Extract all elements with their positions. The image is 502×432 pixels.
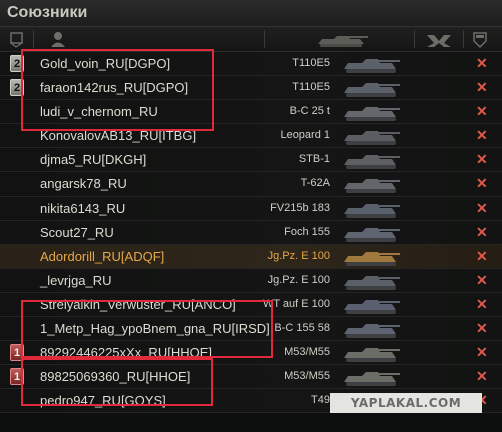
destroyed-icon: ✕ (476, 295, 488, 312)
status-column-icon[interactable] (470, 27, 490, 51)
player-row[interactable]: 2 faraon142rus_RU[DGPO] T110E5 ✕ (0, 76, 502, 101)
header-divider (33, 30, 34, 48)
player-column-icon[interactable] (48, 27, 68, 51)
player-name: _levrjga_RU (40, 272, 112, 288)
destroyed-icon: ✕ (476, 320, 488, 337)
header-divider (463, 30, 464, 48)
destroyed-icon: ✕ (476, 175, 488, 192)
destroyed-icon: ✕ (476, 223, 488, 240)
vehicle-name: T110E5 (292, 81, 330, 94)
squad-column-icon[interactable] (8, 27, 26, 51)
player-name: KonovalovAB13_RU[ITBG] (40, 128, 197, 144)
tank-icon (340, 173, 402, 195)
destroyed-icon: ✕ (476, 79, 488, 96)
vehicle-column-icon[interactable] (310, 27, 370, 51)
tank-icon (340, 149, 402, 171)
player-row[interactable]: djma5_RU[DKGH] STB-1 ✕ (0, 148, 502, 173)
destroyed-icon: ✕ (476, 127, 488, 144)
player-row[interactable]: angarsk78_RU T-62A ✕ (0, 172, 502, 197)
player-row[interactable]: 2 Gold_voin_RU[DGPO] T110E5 ✕ (0, 52, 502, 77)
vehicle-name: Jg.Pz. E 100 (267, 273, 330, 286)
vehicle-name: M53/M55 (284, 346, 330, 359)
frags-column-icon[interactable] (422, 27, 456, 51)
vehicle-name: B-C 25 t (289, 105, 330, 118)
player-row[interactable]: 1 89825069360_RU[HHOE] M53/M55 ✕ (0, 365, 502, 390)
destroyed-icon: ✕ (476, 271, 488, 288)
watermark: YAPLAKAL.COM (330, 393, 482, 413)
player-name: ludi_v_chernom_RU (40, 104, 158, 120)
player-row[interactable]: Adordorill_RU[ADQF] Jg.Pz. E 100 ✕ (0, 244, 502, 269)
vehicle-name: M53/M55 (284, 370, 330, 383)
destroyed-icon: ✕ (476, 344, 488, 361)
player-name: Scout27_RU (40, 224, 114, 240)
player-row[interactable]: KonovalovAB13_RU[ITBG] Leopard 1 ✕ (0, 124, 502, 149)
player-name: Adordorill_RU[ADQF] (40, 248, 165, 264)
tank-icon (340, 198, 402, 220)
destroyed-icon: ✕ (476, 247, 488, 264)
player-row[interactable]: Scout27_RU Foch 155 ✕ (0, 220, 502, 245)
vehicle-name: FV215b 183 (270, 201, 330, 214)
vehicle-name: T49 (311, 394, 330, 407)
panel-title: Союзники (0, 0, 502, 26)
tank-icon (340, 53, 402, 75)
player-name: djma5_RU[DKGH] (40, 152, 147, 168)
tank-icon (340, 318, 402, 340)
header-divider (414, 30, 415, 48)
player-row[interactable]: 1_Metp_Hag_ypoBnem_gna_RU[IRSD] B-C 155 5… (0, 317, 502, 342)
destroyed-icon: ✕ (476, 103, 488, 120)
player-name: 1_Metp_Hag_ypoBnem_gna_RU[IRSD] (40, 321, 270, 337)
player-row[interactable]: nikita6143_RU FV215b 183 ✕ (0, 196, 502, 221)
vehicle-name: Foch 155 (284, 225, 330, 238)
player-name: nikita6143_RU (40, 200, 126, 216)
vehicle-name: Leopard 1 (280, 129, 330, 142)
player-name: 89292446225xXx_RU[HHOE] (40, 345, 212, 361)
player-name: Gold_voin_RU[DGPO] (40, 56, 171, 71)
destroyed-icon: ✕ (476, 368, 488, 385)
tank-icon (340, 366, 402, 388)
player-list: 2 Gold_voin_RU[DGPO] T110E5 ✕ 2 faraon142rus_… (0, 52, 502, 414)
rank-badge-icon: 2 (10, 55, 24, 72)
destroyed-icon: ✕ (476, 151, 488, 168)
header-divider (264, 30, 265, 48)
tank-icon (340, 246, 402, 268)
vehicle-name: T110E5 (292, 57, 330, 69)
player-name: 89825069360_RU[HHOE] (40, 369, 191, 385)
tank-icon (340, 77, 402, 99)
vehicle-name: WT auf E 100 (262, 297, 330, 310)
rank-badge-icon: 2 (10, 79, 24, 97)
rank-badge-icon: 1 (10, 368, 24, 386)
table-header (0, 26, 502, 52)
tank-icon (340, 270, 402, 292)
vehicle-name: T-62A (300, 177, 330, 190)
vehicle-name: B-C 155 58 (274, 322, 330, 335)
rank-badge-icon: 1 (10, 344, 24, 362)
tank-icon (340, 342, 402, 364)
tank-icon (340, 294, 402, 316)
player-name: angarsk78_RU (40, 176, 127, 192)
tank-icon (340, 125, 402, 147)
destroyed-icon: ✕ (476, 55, 488, 71)
player-name: pedro947_RU[GOYS] (40, 393, 166, 409)
destroyed-icon: ✕ (476, 199, 488, 216)
vehicle-name: STB-1 (298, 153, 330, 166)
vehicle-name: Jg.Pz. E 100 (267, 249, 330, 262)
player-row[interactable]: ludi_v_chernom_RU B-C 25 t ✕ (0, 100, 502, 125)
player-name: Strelyalkin_Verwuster_RU[ANCO] (40, 296, 236, 312)
player-name: faraon142rus_RU[DGPO] (40, 80, 189, 96)
tank-icon (340, 101, 402, 123)
player-row[interactable]: _levrjga_RU Jg.Pz. E 100 ✕ (0, 268, 502, 293)
tank-icon (340, 222, 402, 244)
player-row[interactable]: Strelyalkin_Verwuster_RU[ANCO] WT auf E 1… (0, 292, 502, 318)
player-row[interactable]: 1 89292446225xXx_RU[HHOE] M53/M55 ✕ (0, 341, 502, 366)
